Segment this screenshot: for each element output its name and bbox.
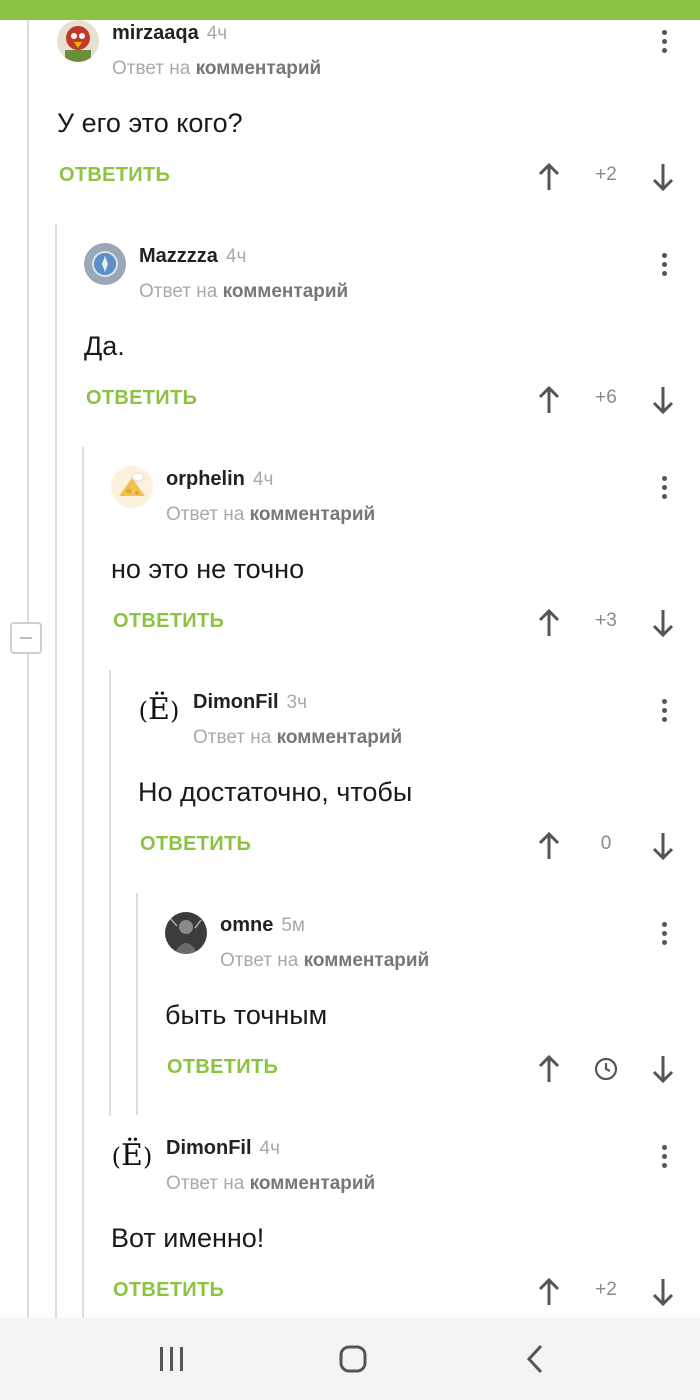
thread-line-level-3 (82, 447, 84, 1318)
comment-time: 4ч (225, 246, 247, 267)
comment-text: Да. (84, 331, 125, 361)
comment-username[interactable]: mirzaaqa 4ч (112, 22, 227, 45)
vote-controls: 0 (536, 831, 676, 861)
reply-reference: Ответ на комментарий (166, 1173, 376, 1194)
comment-text: быть точным (165, 1000, 328, 1030)
vote-controls: +3 (536, 608, 676, 638)
reply-reference-link[interactable]: комментарий (196, 58, 322, 79)
comment: (Ё) DimonFil 3ч Ответ на комментарий Но д… (138, 681, 700, 903)
comment-username[interactable]: DimonFil 3ч (193, 691, 307, 714)
reply-reference-link[interactable]: комментарий (223, 281, 349, 302)
arrow-up-icon[interactable] (536, 1054, 562, 1084)
clock-icon (594, 1057, 618, 1081)
more-options-icon[interactable] (658, 1145, 670, 1175)
comment-text: У его это кого? (57, 108, 243, 138)
comment: orphelin 4ч Ответ на комментарий но это н… (111, 458, 700, 680)
arrow-down-icon[interactable] (650, 385, 676, 415)
arrow-down-icon[interactable] (650, 608, 676, 638)
thread-line-level-4 (109, 670, 111, 1116)
arrow-up-icon[interactable] (536, 162, 562, 192)
comment-username[interactable]: orphelin 4ч (166, 468, 273, 491)
reply-button[interactable]: ОТВЕТИТЬ (86, 387, 197, 410)
arrow-up-icon[interactable] (536, 385, 562, 415)
comment: (Ё) DimonFil 4ч Ответ на комментарий Вот … (111, 1127, 700, 1349)
reply-reference: Ответ на комментарий (112, 58, 322, 79)
more-options-icon[interactable] (658, 253, 670, 283)
comment: Mazzzza 4ч Ответ на комментарий Да. ОТВЕТ… (84, 235, 700, 457)
more-options-icon[interactable] (658, 30, 670, 60)
comment-text: Вот именно! (111, 1223, 265, 1253)
vote-score: +2 (595, 1279, 617, 1300)
vote-score: +3 (595, 610, 617, 631)
reply-button[interactable]: ОТВЕТИТЬ (59, 164, 170, 187)
vote-score: +6 (595, 387, 617, 408)
comment-time: 4ч (252, 469, 274, 490)
vote-score: 0 (600, 833, 612, 854)
reply-reference-link[interactable]: комментарий (277, 727, 403, 748)
blue-compass-avatar[interactable] (84, 243, 126, 285)
vote-controls: +6 (536, 385, 676, 415)
reply-button[interactable]: ОТВЕТИТЬ (140, 833, 251, 856)
comment: omne 5м Ответ на комментарий быть точным … (165, 904, 700, 1126)
reply-reference-link[interactable]: комментарий (250, 1173, 376, 1194)
vote-controls: +2 (536, 162, 676, 192)
letter-avatar[interactable]: (Ё) (111, 1135, 153, 1177)
comment-time: 3ч (286, 692, 308, 713)
comment: mirzaaqa 4ч Ответ на комментарий У его эт… (57, 12, 700, 234)
reply-button[interactable]: ОТВЕТИТЬ (113, 610, 224, 633)
more-options-icon[interactable] (658, 699, 670, 729)
comment-username[interactable]: DimonFil 4ч (166, 1137, 280, 1160)
comment-time: 4ч (206, 23, 228, 44)
letter-avatar[interactable]: (Ё) (138, 689, 180, 731)
reply-reference: Ответ на комментарий (166, 504, 376, 525)
comment-time: 5м (281, 915, 305, 936)
comment-text: но это не точно (111, 554, 305, 584)
collapse-thread-button[interactable] (10, 622, 42, 654)
recent-apps-icon[interactable] (152, 1342, 192, 1376)
more-options-icon[interactable] (658, 476, 670, 506)
comment-username[interactable]: omne 5м (220, 914, 305, 937)
thread-line-root (27, 20, 29, 1318)
back-icon[interactable] (515, 1342, 555, 1376)
thread-line-level-5 (136, 893, 138, 1115)
reply-reference: Ответ на комментарий (193, 727, 403, 748)
vote-controls: +2 (536, 1277, 676, 1307)
arrow-down-icon[interactable] (650, 1277, 676, 1307)
reply-reference-link[interactable]: комментарий (250, 504, 376, 525)
reply-reference: Ответ на комментарий (139, 281, 349, 302)
reply-button[interactable]: ОТВЕТИТЬ (167, 1056, 278, 1079)
arrow-down-icon[interactable] (650, 831, 676, 861)
more-options-icon[interactable] (658, 922, 670, 952)
home-icon[interactable] (333, 1342, 373, 1376)
cheese-avatar[interactable] (111, 466, 153, 508)
vote-score: +2 (595, 164, 617, 185)
dark-figure-avatar[interactable] (165, 912, 207, 954)
arrow-up-icon[interactable] (536, 1277, 562, 1307)
arrow-up-icon[interactable] (536, 831, 562, 861)
thread-line-level-2 (55, 224, 57, 1318)
red-bird-avatar[interactable] (57, 20, 99, 62)
comment-time: 4ч (259, 1138, 281, 1159)
vote-controls (536, 1054, 676, 1084)
arrow-down-icon[interactable] (650, 1054, 676, 1084)
reply-button[interactable]: ОТВЕТИТЬ (113, 1279, 224, 1302)
reply-reference-link[interactable]: комментарий (304, 950, 430, 971)
reply-reference: Ответ на комментарий (220, 950, 430, 971)
system-navigation-bar (0, 1318, 700, 1400)
arrow-up-icon[interactable] (536, 608, 562, 638)
arrow-down-icon[interactable] (650, 162, 676, 192)
comment-text: Но достаточно, чтобы (138, 777, 413, 807)
comment-username[interactable]: Mazzzza 4ч (139, 245, 246, 268)
